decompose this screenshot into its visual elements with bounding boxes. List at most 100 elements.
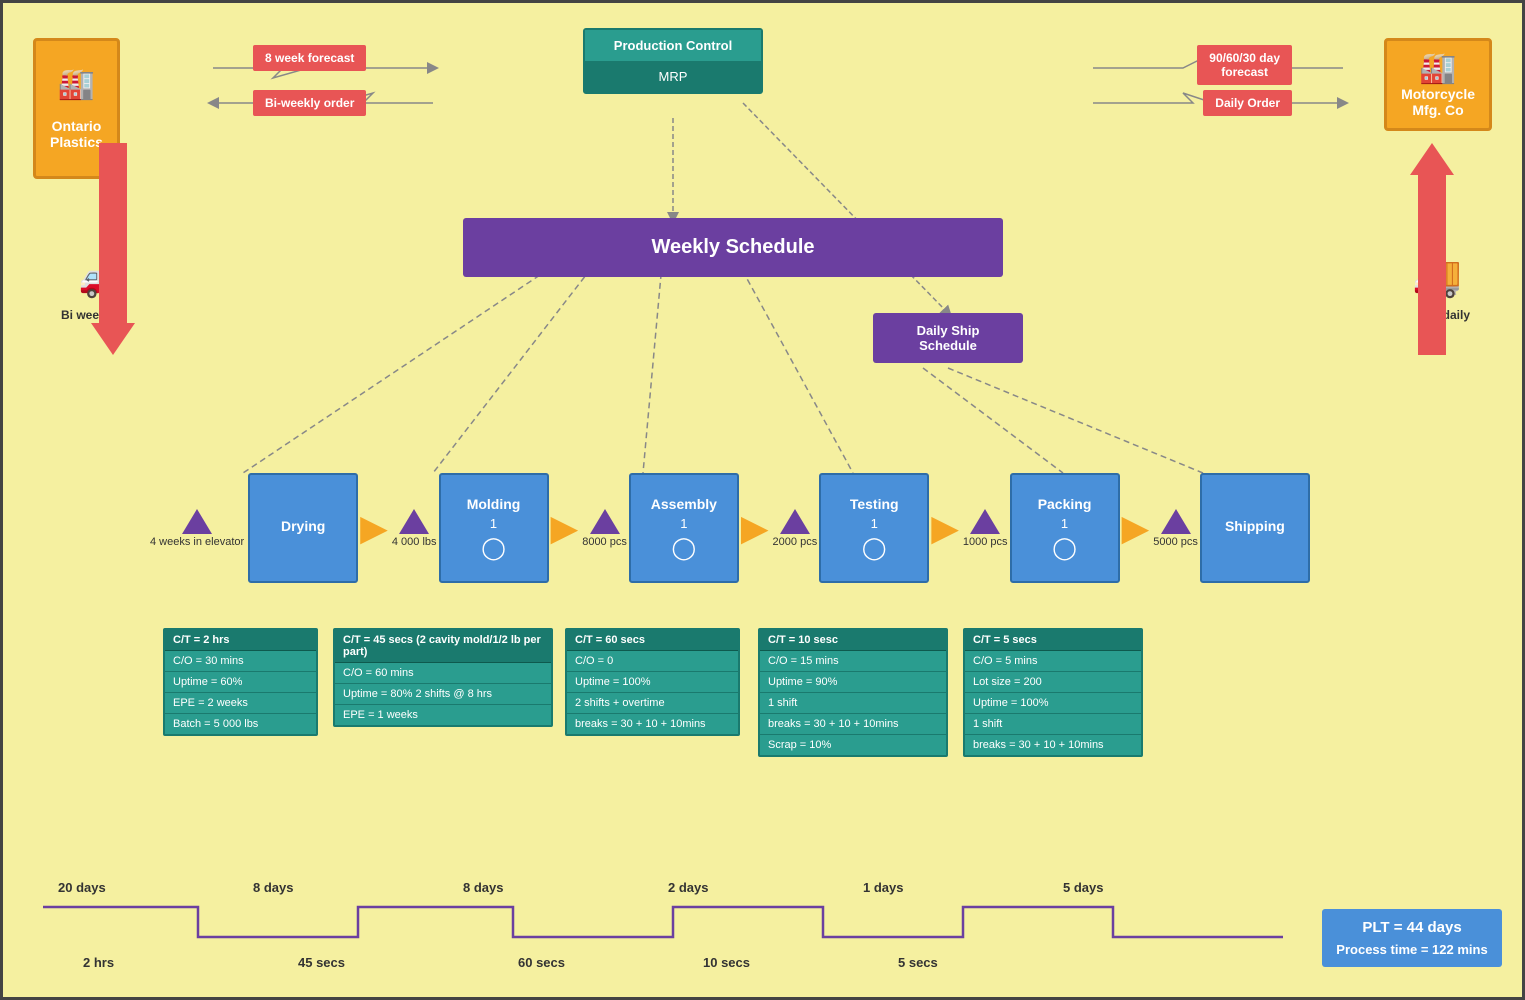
daily-ship-line2: Schedule bbox=[883, 338, 1013, 353]
inv-triangle-1 bbox=[399, 509, 429, 534]
daily-order-label: Daily Order bbox=[1203, 90, 1292, 116]
forecast-90day-label: 90/60/30 day forecast bbox=[1197, 45, 1292, 85]
inventory-2: 8000 pcs bbox=[582, 509, 627, 548]
info-packing-row-1: C/O = 5 mins bbox=[965, 651, 1141, 672]
info-testing-row-2: Uptime = 90% bbox=[760, 672, 946, 693]
info-testing-row-1: C/O = 15 mins bbox=[760, 651, 946, 672]
info-testing-row-3: 1 shift bbox=[760, 693, 946, 714]
info-packing-row-5: breaks = 30 + 10 + 10mins bbox=[965, 735, 1141, 755]
process-drying: Drying bbox=[248, 473, 358, 583]
info-packing-row-0: C/T = 5 secs bbox=[965, 630, 1141, 651]
testing-operator: ◯ bbox=[862, 535, 887, 561]
inv-triangle-5 bbox=[1161, 509, 1191, 534]
inv-label-4: 1000 pcs bbox=[963, 536, 1008, 548]
process-molding: Molding 1 ◯ bbox=[439, 473, 549, 583]
info-box-molding: C/T = 45 secs (2 cavity mold/1/2 lb per … bbox=[333, 628, 553, 727]
inv-triangle-0 bbox=[182, 509, 212, 534]
shipping-name: Shipping bbox=[1225, 518, 1285, 534]
info-drying-row-0: C/T = 2 hrs bbox=[165, 630, 316, 651]
process-shipping: Shipping bbox=[1200, 473, 1310, 583]
info-testing-row-4: breaks = 30 + 10 + 10mins bbox=[760, 714, 946, 735]
process-assembly: Assembly 1 ◯ bbox=[629, 473, 739, 583]
info-drying-row-3: EPE = 2 weeks bbox=[165, 693, 316, 714]
timeline-day-4: 1 days bbox=[863, 880, 903, 895]
molding-operator: ◯ bbox=[481, 535, 506, 561]
info-box-testing: C/T = 10 sesc C/O = 15 mins Uptime = 90%… bbox=[758, 628, 948, 757]
timeline-time-3: 10 secs bbox=[703, 955, 750, 970]
info-molding-row-3: EPE = 1 weeks bbox=[335, 705, 551, 725]
timeline-time-0: 2 hrs bbox=[83, 955, 114, 970]
inventory-1: 4 000 lbs bbox=[392, 509, 437, 548]
plt-label: PLT = 44 days bbox=[1332, 919, 1492, 936]
inv-triangle-3 bbox=[780, 509, 810, 534]
inv-label-1: 4 000 lbs bbox=[392, 536, 437, 548]
orange-arrow-3: ▶ bbox=[741, 510, 769, 546]
customer-motorcycle-icon: 🏭 bbox=[1401, 51, 1475, 86]
packing-operator: ◯ bbox=[1052, 535, 1077, 561]
biweekly-order-label: Bi-weekly order bbox=[253, 90, 366, 116]
weekly-schedule-bar: Weekly Schedule bbox=[463, 218, 1003, 277]
molding-name: Molding bbox=[467, 496, 521, 512]
timeline-time-1: 45 secs bbox=[298, 955, 345, 970]
info-packing-row-2: Lot size = 200 bbox=[965, 672, 1141, 693]
inventory-5: 5000 pcs bbox=[1153, 509, 1198, 548]
info-assembly-row-0: C/T = 60 secs bbox=[567, 630, 738, 651]
process-row: 4 weeks in elevator Drying ▶ 4 000 lbs M… bbox=[148, 473, 1310, 583]
info-packing-row-3: Uptime = 100% bbox=[965, 693, 1141, 714]
timeline-day-5: 5 days bbox=[1063, 880, 1103, 895]
molding-num: 1 bbox=[490, 516, 497, 531]
inventory-0: 4 weeks in elevator bbox=[150, 509, 244, 548]
orange-arrow-4: ▶ bbox=[931, 510, 959, 546]
process-testing: Testing 1 ◯ bbox=[819, 473, 929, 583]
main-container: 🏭 Ontario Plastics 🏭 Motorcycle Mfg. Co … bbox=[0, 0, 1525, 1000]
info-molding-row-2: Uptime = 80% 2 shifts @ 8 hrs bbox=[335, 684, 551, 705]
info-drying-row-4: Batch = 5 000 lbs bbox=[165, 714, 316, 734]
production-control-box: Production Control MRP bbox=[583, 28, 763, 94]
inv-label-5: 5000 pcs bbox=[1153, 536, 1198, 548]
info-box-drying: C/T = 2 hrs C/O = 30 mins Uptime = 60% E… bbox=[163, 628, 318, 736]
customer-motorcycle: 🏭 Motorcycle Mfg. Co bbox=[1384, 38, 1492, 131]
info-testing-row-5: Scrap = 10% bbox=[760, 735, 946, 755]
info-box-packing: C/T = 5 secs C/O = 5 mins Lot size = 200… bbox=[963, 628, 1143, 757]
info-drying-row-1: C/O = 30 mins bbox=[165, 651, 316, 672]
timeline-time-2: 60 secs bbox=[518, 955, 565, 970]
inventory-3: 2000 pcs bbox=[773, 509, 818, 548]
timeline-day-2: 8 days bbox=[463, 880, 503, 895]
info-drying-row-2: Uptime = 60% bbox=[165, 672, 316, 693]
plt-box: PLT = 44 days Process time = 122 mins bbox=[1322, 909, 1502, 967]
inv-label-2: 8000 pcs bbox=[582, 536, 627, 548]
forecast-8week-label: 8 week forecast bbox=[253, 45, 366, 71]
timeline-day-3: 2 days bbox=[668, 880, 708, 895]
timeline-svg: 20 days 8 days 8 days 2 days 1 days 5 da… bbox=[3, 837, 1525, 997]
supplier-ontario-icon: 🏭 bbox=[50, 67, 103, 102]
mrp-label: MRP bbox=[585, 61, 761, 92]
timeline-time-4: 5 secs bbox=[898, 955, 938, 970]
orange-arrow-1: ▶ bbox=[360, 510, 388, 546]
orange-arrow-2: ▶ bbox=[551, 510, 579, 546]
daily-ship-line1: Daily Ship bbox=[883, 323, 1013, 338]
testing-num: 1 bbox=[871, 516, 878, 531]
orange-arrow-5: ▶ bbox=[1122, 510, 1150, 546]
production-control-title: Production Control bbox=[585, 30, 761, 61]
arrow-left-down bbox=[91, 143, 135, 355]
info-molding-row-0: C/T = 45 secs (2 cavity mold/1/2 lb per … bbox=[335, 630, 551, 663]
packing-num: 1 bbox=[1061, 516, 1068, 531]
inv-triangle-2 bbox=[590, 509, 620, 534]
inventory-4: 1000 pcs bbox=[963, 509, 1008, 548]
info-box-assembly: C/T = 60 secs C/O = 0 Uptime = 100% 2 sh… bbox=[565, 628, 740, 736]
assembly-name: Assembly bbox=[651, 496, 717, 512]
inv-label-0: 4 weeks in elevator bbox=[150, 536, 244, 548]
inv-label-3: 2000 pcs bbox=[773, 536, 818, 548]
daily-ship-schedule: Daily Ship Schedule bbox=[873, 313, 1023, 363]
customer-motorcycle-label: Motorcycle Mfg. Co bbox=[1401, 86, 1475, 118]
assembly-num: 1 bbox=[680, 516, 687, 531]
timeline-day-0: 20 days bbox=[58, 880, 106, 895]
testing-name: Testing bbox=[850, 496, 899, 512]
info-assembly-row-3: 2 shifts + overtime bbox=[567, 693, 738, 714]
packing-name: Packing bbox=[1038, 496, 1092, 512]
info-assembly-row-4: breaks = 30 + 10 + 10mins bbox=[567, 714, 738, 734]
timeline-day-1: 8 days bbox=[253, 880, 293, 895]
assembly-operator: ◯ bbox=[672, 535, 697, 561]
inv-triangle-4 bbox=[970, 509, 1000, 534]
info-testing-row-0: C/T = 10 sesc bbox=[760, 630, 946, 651]
